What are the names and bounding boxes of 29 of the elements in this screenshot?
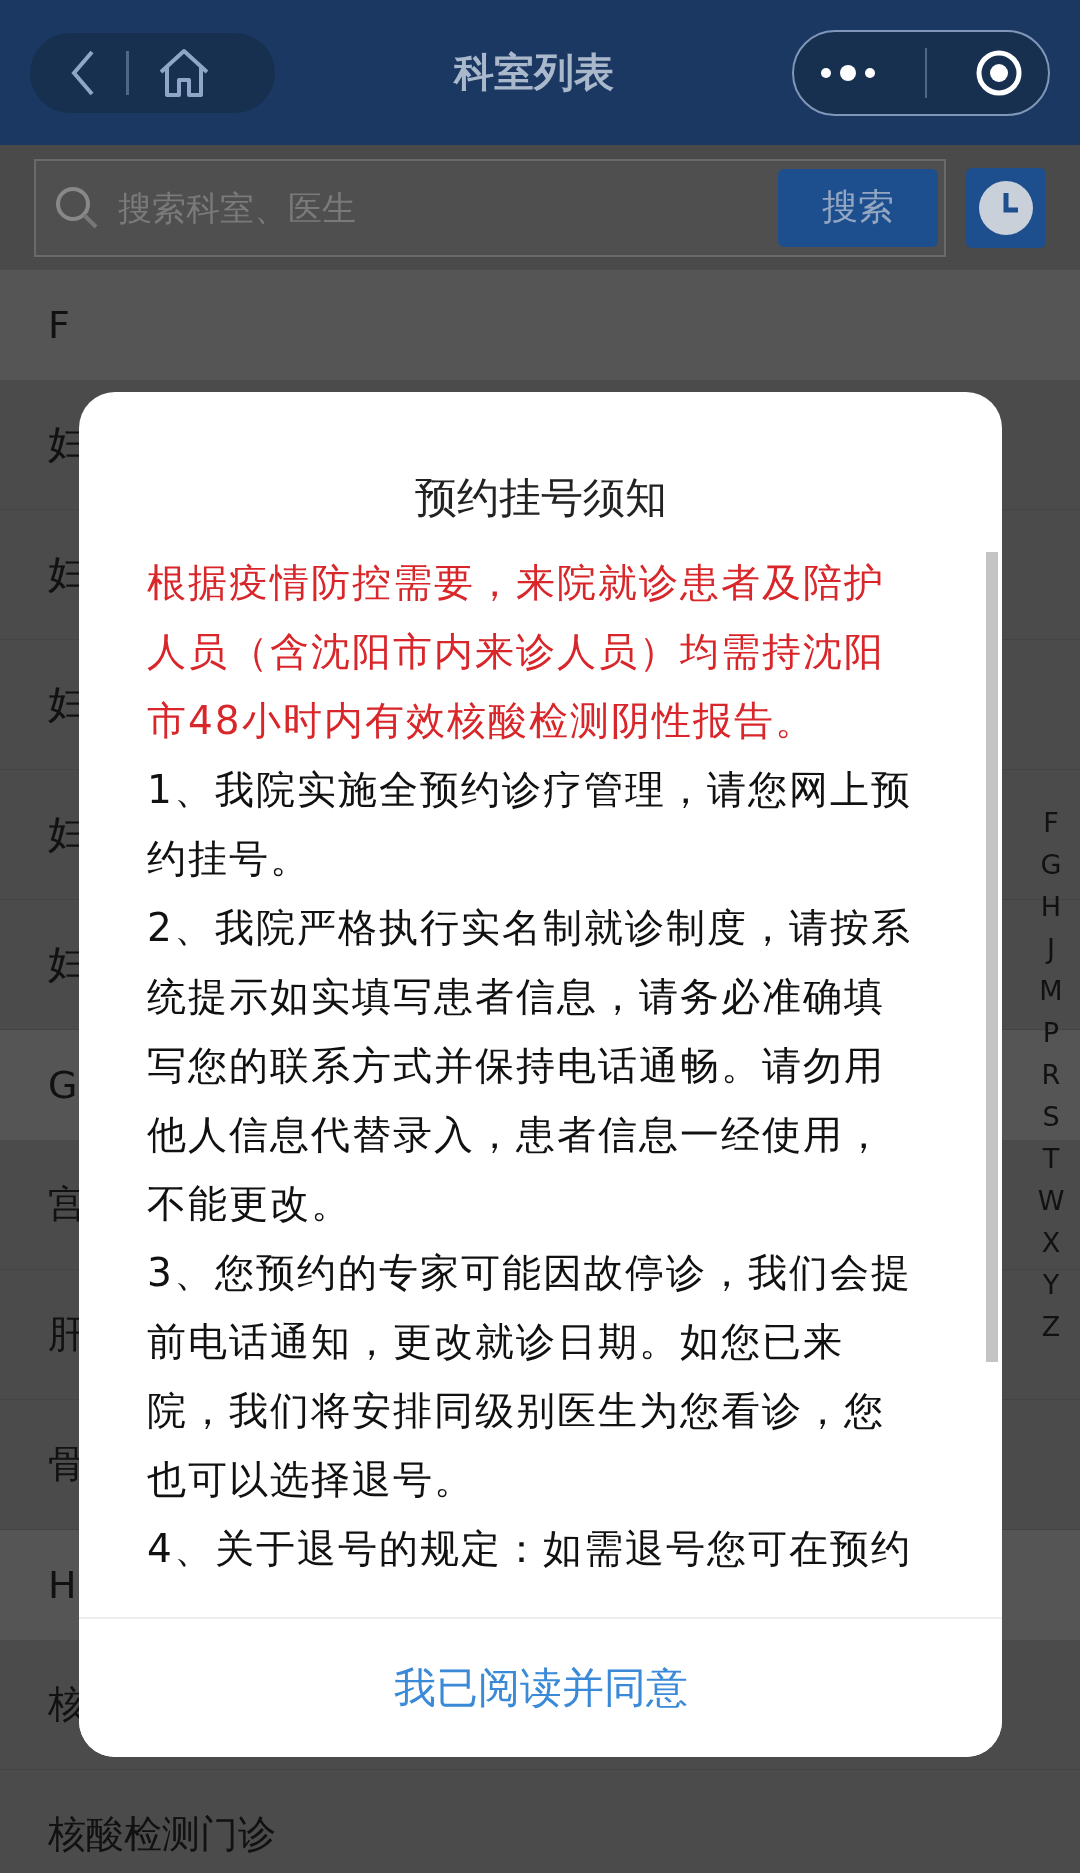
section-letter: G <box>48 1063 78 1107</box>
notice-paragraph: 1、我院实施全预约诊疗管理，请您网上预约挂号。 <box>147 766 913 883</box>
index-letter[interactable]: Y <box>1036 1264 1066 1306</box>
page-title: 科室列表 <box>452 48 615 97</box>
notice-paragraph: 4、关于退号的规定：如需退号您可在预约 <box>147 1525 913 1573</box>
index-letter[interactable]: R <box>1036 1054 1066 1096</box>
index-letter[interactable]: S <box>1036 1096 1066 1138</box>
search-button[interactable]: 搜索 <box>778 168 938 247</box>
agree-button[interactable]: 我已阅读并同意 <box>393 1660 688 1716</box>
index-letter[interactable]: H <box>1036 886 1066 928</box>
warning-notice: 根据疫情防控需要，来院就诊患者及陪护人员（含沈阳市内来诊人员）均需持沈阳市48小时内有效核酸检测阴性报告。 <box>147 559 886 745</box>
history-button[interactable] <box>966 167 1046 248</box>
clock-icon <box>977 178 1035 237</box>
department-name[interactable]: 核酸检测门诊 <box>48 1809 276 1860</box>
index-letter[interactable]: Z <box>1036 1306 1066 1348</box>
index-letter[interactable]: M <box>1036 970 1066 1012</box>
notice-paragraph: 2、我院严格执行实名制就诊制度，请按系统提示如实填写患者信息，请务必准确填写您的联系方式并保持电话通畅。请勿用他人信息代替录入，患者信息一经使用，不能更改。 <box>147 904 913 1228</box>
index-letter[interactable]: F <box>1036 802 1066 844</box>
search-icon <box>54 184 100 231</box>
index-letter[interactable]: P <box>1036 1012 1066 1054</box>
index-letter[interactable]: X <box>1036 1222 1066 1264</box>
notice-paragraph: 3、您预约的专家可能因故停诊，我们会提前电话通知，更改就诊日期。如您已来院，我们将安排同级别医生为您看诊，您也可以选择退号。 <box>147 1249 913 1504</box>
index-letter[interactable]: W <box>1036 1180 1066 1222</box>
section-letter: F <box>48 303 70 347</box>
section-letter: H <box>48 1563 77 1607</box>
index-letter[interactable]: T <box>1036 1138 1066 1180</box>
dialog-title: 预约挂号须知 <box>413 472 668 524</box>
index-letter[interactable]: J <box>1036 928 1066 970</box>
index-letter[interactable]: G <box>1036 844 1066 886</box>
